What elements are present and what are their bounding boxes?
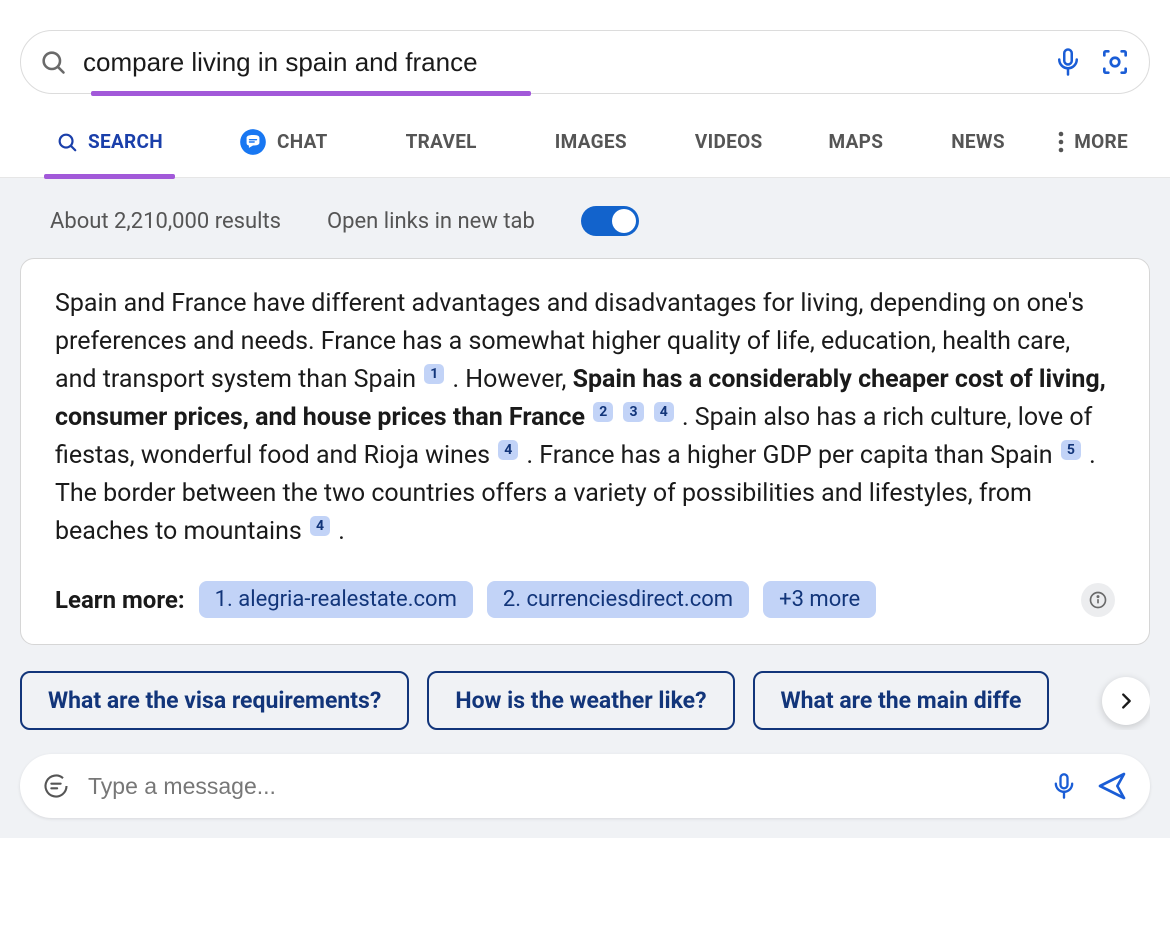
- citation-1[interactable]: 1: [424, 364, 444, 384]
- mic-icon-2[interactable]: [1050, 772, 1078, 800]
- answer-fragment: . France has a higher GDP per capita tha…: [526, 441, 1052, 470]
- results-meta-row: About 2,210,000 results Open links in ne…: [0, 178, 1170, 258]
- source-1[interactable]: 1. alegria-realestate.com: [199, 581, 473, 618]
- tab-search[interactable]: SEARCH: [44, 106, 175, 178]
- answer-text: Spain and France have different advantag…: [55, 285, 1115, 551]
- tab-videos-label: VIDEOS: [695, 130, 763, 153]
- source-more[interactable]: +3 more: [763, 581, 876, 618]
- citation-3[interactable]: 3: [623, 402, 643, 422]
- toggle-knob: [612, 209, 636, 233]
- citation-4c[interactable]: 4: [310, 516, 330, 536]
- suggestion-3[interactable]: What are the main diffe: [753, 671, 1050, 730]
- info-button[interactable]: [1081, 583, 1115, 617]
- source-2[interactable]: 2. currenciesdirect.com: [487, 581, 749, 618]
- chevron-right-icon: [1115, 690, 1137, 712]
- tab-travel-label: TRAVEL: [406, 130, 477, 153]
- answer-card: Spain and France have different advantag…: [20, 258, 1150, 645]
- open-links-label: Open links in new tab: [327, 209, 535, 234]
- citation-4a[interactable]: 4: [654, 402, 674, 422]
- tab-chat-label: CHAT: [277, 130, 328, 153]
- send-button[interactable]: [1096, 770, 1128, 802]
- citation-4b[interactable]: 4: [498, 440, 518, 460]
- learn-more-row: Learn more: 1. alegria-realestate.com 2.…: [55, 581, 1115, 618]
- results-count: About 2,210,000 results: [50, 209, 281, 234]
- tab-news[interactable]: NEWS: [939, 106, 1017, 178]
- suggestion-2[interactable]: How is the weather like?: [427, 671, 734, 730]
- message-bar: [20, 754, 1150, 818]
- tab-chat[interactable]: CHAT: [227, 106, 340, 178]
- citation-5[interactable]: 5: [1061, 440, 1081, 460]
- tab-images[interactable]: IMAGES: [543, 106, 639, 178]
- learn-more-label: Learn more:: [55, 586, 185, 614]
- more-dots-icon: [1058, 131, 1064, 153]
- tab-more-label: MORE: [1074, 130, 1128, 153]
- search-icon: [39, 48, 67, 76]
- tab-maps-label: MAPS: [828, 130, 883, 153]
- chat-compose-icon: [42, 772, 70, 800]
- search-input[interactable]: [83, 47, 1037, 78]
- open-links-toggle[interactable]: [581, 206, 639, 236]
- suggestion-1[interactable]: What are the visa requirements?: [20, 671, 409, 730]
- tabs-row: SEARCH CHAT TRAVEL IMAGES VIDEOS MAPS NE…: [0, 106, 1170, 178]
- tab-maps[interactable]: MAPS: [816, 106, 895, 178]
- chat-icon: [239, 128, 267, 156]
- scroll-right-button[interactable]: [1102, 677, 1150, 725]
- tab-videos[interactable]: VIDEOS: [683, 106, 775, 178]
- suggestions-row: What are the visa requirements? How is t…: [20, 671, 1150, 730]
- answer-fragment: .: [338, 517, 345, 546]
- results-area: Spain and France have different advantag…: [0, 258, 1170, 838]
- mic-icon[interactable]: [1053, 47, 1083, 77]
- info-icon: [1088, 590, 1108, 610]
- tab-images-label: IMAGES: [555, 130, 627, 153]
- tab-search-label: SEARCH: [88, 130, 163, 153]
- answer-fragment: . However,: [453, 365, 573, 394]
- citation-2[interactable]: 2: [593, 402, 613, 422]
- lens-icon[interactable]: [1099, 46, 1131, 78]
- message-input[interactable]: [88, 773, 1032, 800]
- tab-travel[interactable]: TRAVEL: [394, 106, 489, 178]
- tab-more[interactable]: MORE: [1046, 106, 1140, 178]
- search-bar: [20, 30, 1150, 94]
- tab-news-label: NEWS: [951, 130, 1005, 153]
